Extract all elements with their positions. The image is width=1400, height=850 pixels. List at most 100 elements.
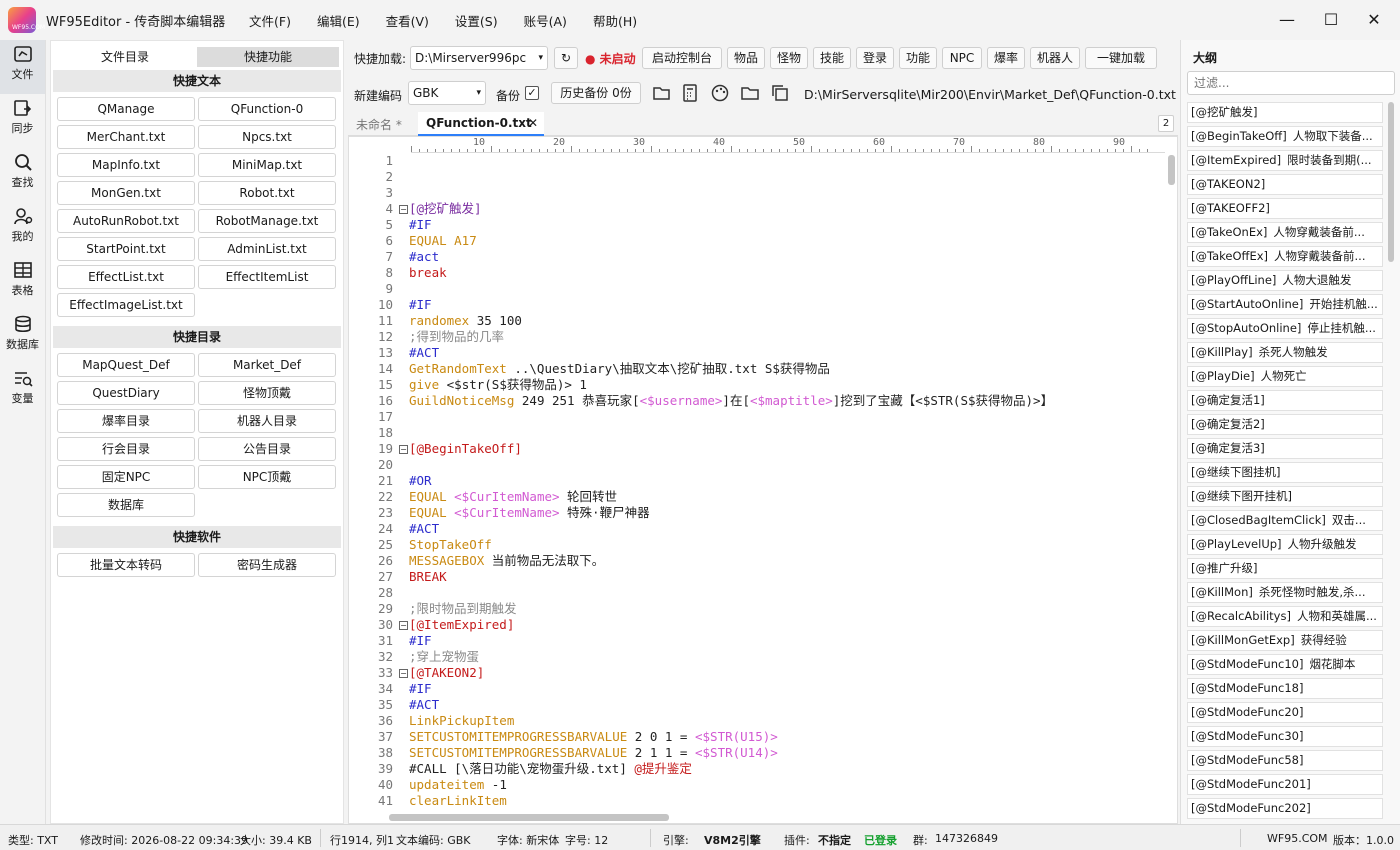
outline-item[interactable]: [@确定复活1] (1187, 390, 1383, 411)
quick-dir-button[interactable]: 爆率目录 (57, 409, 195, 433)
outline-item[interactable]: [@PlayLevelUp] 人物升级触发 (1187, 534, 1383, 555)
quick-text-button[interactable]: MerChant.txt (57, 125, 195, 149)
outline-item[interactable]: [@TakeOnEx] 人物穿戴装备前... (1187, 222, 1383, 243)
rail-sync[interactable]: 同步 (0, 94, 45, 148)
code-text[interactable]: [@挖矿触发] #IF EQUAL A17 #act break #IF randomex … (409, 153, 1167, 813)
rail-variable[interactable]: 变量 (0, 364, 45, 418)
encoding-select[interactable]: GBK ▾ (408, 81, 486, 105)
menu-help[interactable]: 帮助(H) (580, 11, 650, 30)
outline-item[interactable]: [@BeginTakeOff] 人物取下装备... (1187, 126, 1383, 147)
quick-dir-button[interactable]: Market_Def (198, 353, 336, 377)
outline-item[interactable]: [@StdModeFunc202] (1187, 798, 1383, 819)
quick-load-button[interactable]: 技能 (813, 47, 851, 69)
quick-dir-button[interactable]: 机器人目录 (198, 409, 336, 433)
outline-item[interactable]: [@RecalcAbilitys] 人物和英雄属... (1187, 606, 1383, 627)
palette-icon[interactable] (710, 83, 730, 103)
outline-item[interactable]: [@StdModeFunc10] 烟花脚本 (1187, 654, 1383, 675)
quick-dir-button[interactable]: 行会目录 (57, 437, 195, 461)
minimize-button[interactable]: — (1267, 6, 1307, 34)
outline-item[interactable]: [@KillMonGetExp] 获得经验 (1187, 630, 1383, 651)
outline-item[interactable]: [@TAKEOFF2] (1187, 198, 1383, 219)
quick-dir-button[interactable]: 怪物顶戴 (198, 381, 336, 405)
quick-dir-button[interactable]: NPC顶戴 (198, 465, 336, 489)
fold-toggle-icon[interactable]: − (399, 621, 408, 630)
quick-load-button[interactable]: 怪物 (770, 47, 808, 69)
quick-dir-button[interactable]: 公告目录 (198, 437, 336, 461)
quick-text-button[interactable]: EffectImageList.txt (57, 293, 195, 317)
quick-soft-button[interactable]: 密码生成器 (198, 553, 336, 577)
folder-icon[interactable] (740, 83, 760, 103)
outline-item[interactable]: [@确定复活3] (1187, 438, 1383, 459)
rail-mine[interactable]: 我的 (0, 202, 45, 256)
maximize-button[interactable]: ☐ (1311, 6, 1351, 34)
vertical-scrollbar[interactable] (1168, 155, 1175, 185)
tab-quick-functions[interactable]: 快捷功能 (197, 47, 339, 67)
outline-item[interactable]: [@StdModeFunc18] (1187, 678, 1383, 699)
quick-text-button[interactable]: EffectItemList (198, 265, 336, 289)
quick-text-button[interactable]: QFunction-0 (198, 97, 336, 121)
rail-table[interactable]: 表格 (0, 256, 45, 310)
quick-text-button[interactable]: MiniMap.txt (198, 153, 336, 177)
outline-item[interactable]: [@继续下图开挂机] (1187, 486, 1383, 507)
quick-text-button[interactable]: MapInfo.txt (57, 153, 195, 177)
fold-toggle-icon[interactable]: − (399, 669, 408, 678)
outline-item[interactable]: [@继续下图挂机] (1187, 462, 1383, 483)
outline-item[interactable]: [@挖矿触发] (1187, 102, 1383, 123)
quick-load-button[interactable]: 启动控制台 (642, 47, 722, 69)
quick-load-button[interactable]: 爆率 (987, 47, 1025, 69)
outline-item[interactable]: [@ClosedBagItemClick] 双击... (1187, 510, 1383, 531)
outline-filter-input[interactable] (1187, 71, 1395, 95)
quick-dir-button[interactable]: QuestDiary (57, 381, 195, 405)
outline-scrollbar[interactable] (1388, 102, 1394, 262)
menu-file[interactable]: 文件(F) (236, 11, 304, 30)
quick-text-button[interactable]: StartPoint.txt (57, 237, 195, 261)
quick-text-button[interactable]: MonGen.txt (57, 181, 195, 205)
quick-dir-button[interactable]: 固定NPC (57, 465, 195, 489)
menu-view[interactable]: 查看(V) (373, 11, 442, 30)
quick-load-button[interactable]: 功能 (899, 47, 937, 69)
menu-account[interactable]: 账号(A) (511, 11, 580, 30)
tab-file-directory[interactable]: 文件目录 (53, 47, 197, 67)
fold-toggle-icon[interactable]: − (399, 445, 408, 454)
quick-dir-button[interactable]: MapQuest_Def (57, 353, 195, 377)
quick-load-button[interactable]: NPC (942, 47, 982, 69)
outline-item[interactable]: [@StdModeFunc201] (1187, 774, 1383, 795)
outline-item[interactable]: [@ItemExpired] 限时装备到期(... (1187, 150, 1383, 171)
quick-load-button[interactable]: 一键加载 (1085, 47, 1157, 69)
tab-count-badge[interactable]: 2 (1158, 115, 1174, 132)
refresh-button[interactable]: ↻ (554, 47, 578, 69)
quick-load-button[interactable]: 登录 (856, 47, 894, 69)
outline-item[interactable]: [@StdModeFunc58] (1187, 750, 1383, 771)
code-editor[interactable]: 10 20 30 40 50 60 70 80 90 1 2 3 4 5 6 7 8 9 10 11 12 13 14 15… (348, 136, 1178, 824)
outline-item[interactable]: [@StartAutoOnline] 开始挂机触... (1187, 294, 1383, 315)
quick-text-button[interactable]: QManage (57, 97, 195, 121)
outline-item[interactable]: [@StdModeFunc30] (1187, 726, 1383, 747)
quick-soft-button[interactable]: 批量文本转码 (57, 553, 195, 577)
rail-search[interactable]: 查找 (0, 148, 45, 202)
outline-item[interactable]: [@KillMon] 杀死怪物时触发,杀... (1187, 582, 1383, 603)
close-tab-icon[interactable]: ✕ (528, 112, 538, 134)
outline-item[interactable]: [@TAKEON2] (1187, 174, 1383, 195)
fold-toggle-icon[interactable]: − (399, 205, 408, 214)
outline-item[interactable]: [@StopAutoOnline] 停止挂机触... (1187, 318, 1383, 339)
outline-item[interactable]: [@推广升级] (1187, 558, 1383, 579)
history-backup-button[interactable]: 历史备份 0份 (551, 82, 641, 104)
calculator-icon[interactable] (680, 83, 700, 103)
quick-text-button[interactable]: RobotManage.txt (198, 209, 336, 233)
outline-item[interactable]: [@PlayDie] 人物死亡 (1187, 366, 1383, 387)
rail-database[interactable]: 数据库 (0, 310, 45, 364)
quick-load-button[interactable]: 物品 (727, 47, 765, 69)
horizontal-scrollbar[interactable] (389, 814, 669, 821)
tab-unnamed[interactable]: 未命名 * (356, 116, 402, 133)
tab-qfunction[interactable]: QFunction-0.txt ✕ (418, 112, 544, 136)
server-path-select[interactable]: D:\Mirserver996pc ▾ (410, 46, 548, 70)
quick-text-button[interactable]: Robot.txt (198, 181, 336, 205)
quick-text-button[interactable]: EffectList.txt (57, 265, 195, 289)
outline-item[interactable]: [@KillPlay] 杀死人物触发 (1187, 342, 1383, 363)
quick-load-button[interactable]: 机器人 (1030, 47, 1080, 69)
quick-text-button[interactable]: AdminList.txt (198, 237, 336, 261)
backup-checkbox[interactable]: ✓ (525, 86, 539, 100)
quick-dir-button[interactable]: 数据库 (57, 493, 195, 517)
outline-item[interactable]: [@PlayOffLine] 人物大退触发 (1187, 270, 1383, 291)
menu-edit[interactable]: 编辑(E) (304, 11, 373, 30)
